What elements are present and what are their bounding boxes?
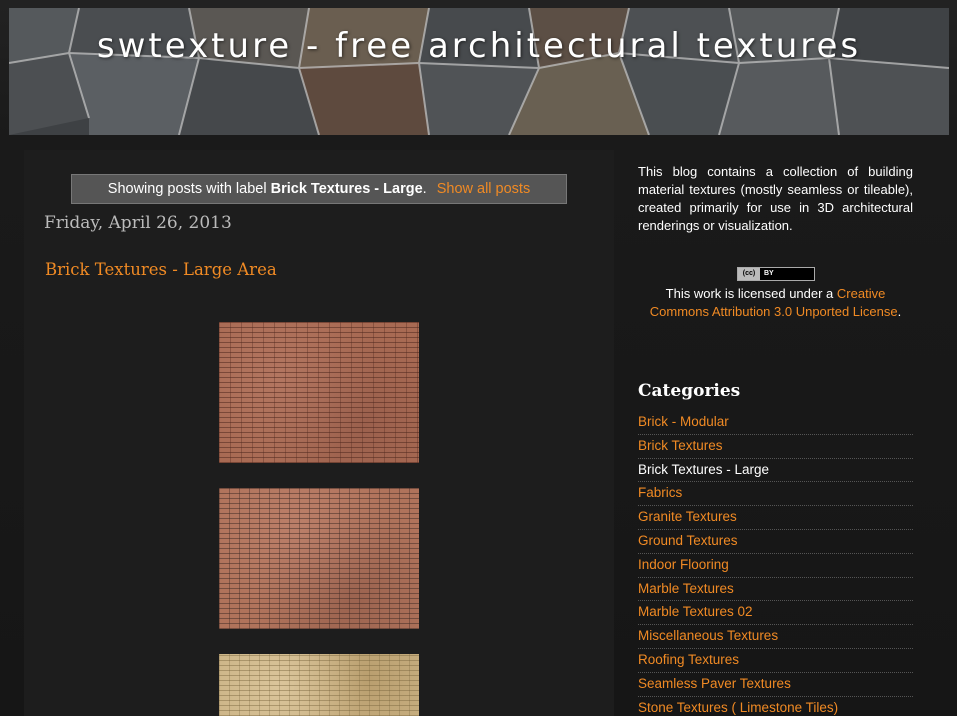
blog-description: This blog contains a collection of build… — [638, 164, 913, 233]
license-notice: This work is licensed under a Creative C… — [638, 285, 913, 321]
brick-texture-thumbnail[interactable] — [219, 654, 419, 716]
status-prefix: Showing posts with label — [107, 181, 271, 197]
category-link[interactable]: Indoor Flooring — [638, 557, 729, 572]
category-link[interactable]: Ground Textures — [638, 533, 738, 548]
category-item[interactable]: Marble Textures 02 — [638, 601, 913, 626]
category-item[interactable]: Brick - Modular — [638, 411, 913, 435]
category-current-label: Brick Textures - Large — [638, 461, 770, 477]
category-item[interactable]: Fabrics — [638, 482, 913, 507]
cc-icon: (cc) — [738, 268, 760, 280]
show-all-posts-link[interactable]: Show all posts — [437, 181, 531, 197]
category-link[interactable]: Miscellaneous Textures — [638, 628, 778, 643]
category-item[interactable]: Granite Textures — [638, 506, 913, 530]
category-item[interactable]: Ground Textures — [638, 530, 913, 554]
category-link[interactable]: Marble Textures 02 — [638, 604, 753, 619]
page: swtexture - free architectural textures … — [0, 0, 957, 716]
brick-texture-thumbnail[interactable] — [219, 322, 419, 463]
license-suffix: . — [897, 304, 902, 319]
category-item[interactable]: Roofing Textures — [638, 649, 913, 673]
category-item[interactable]: Miscellaneous Textures — [638, 625, 913, 649]
category-item[interactable]: Marble Textures — [638, 578, 913, 602]
categories-list: Brick - Modular Brick Textures Brick Textu… — [638, 411, 913, 716]
category-item[interactable]: Stone Textures ( Limestone Tiles) — [638, 697, 913, 716]
category-link[interactable]: Brick Textures — [638, 438, 723, 453]
by-label: BY — [764, 270, 774, 277]
category-link[interactable]: Fabrics — [638, 485, 682, 500]
category-link[interactable]: Granite Textures — [638, 509, 737, 524]
status-suffix: . — [422, 181, 427, 197]
license-prefix: This work is licensed under a — [665, 286, 837, 301]
category-item[interactable]: Brick Textures — [638, 435, 913, 459]
creative-commons-badge[interactable]: (cc) BY — [737, 267, 815, 281]
sidebar: This blog contains a collection of build… — [638, 163, 913, 715]
category-link[interactable]: Marble Textures — [638, 581, 734, 596]
category-link[interactable]: Roofing Textures — [638, 652, 739, 667]
header-banner[interactable]: swtexture - free architectural textures — [9, 8, 949, 135]
categories-heading: Categories — [638, 381, 741, 401]
category-item[interactable]: Seamless Paver Textures — [638, 673, 913, 697]
post-date: Friday, April 26, 2013 — [44, 213, 232, 233]
post-title-link[interactable]: Brick Textures - Large Area — [45, 260, 277, 279]
category-link[interactable]: Stone Textures ( Limestone Tiles) — [638, 700, 838, 715]
label-status-bar: Showing posts with label Brick Textures … — [71, 174, 567, 204]
category-item: Brick Textures - Large — [638, 459, 913, 483]
category-link[interactable]: Brick - Modular — [638, 414, 729, 429]
brick-texture-thumbnail[interactable] — [219, 488, 419, 629]
site-title[interactable]: swtexture - free architectural textures — [9, 26, 949, 66]
status-label: Brick Textures - Large — [270, 181, 423, 197]
category-item[interactable]: Indoor Flooring — [638, 554, 913, 578]
category-link[interactable]: Seamless Paver Textures — [638, 676, 791, 691]
